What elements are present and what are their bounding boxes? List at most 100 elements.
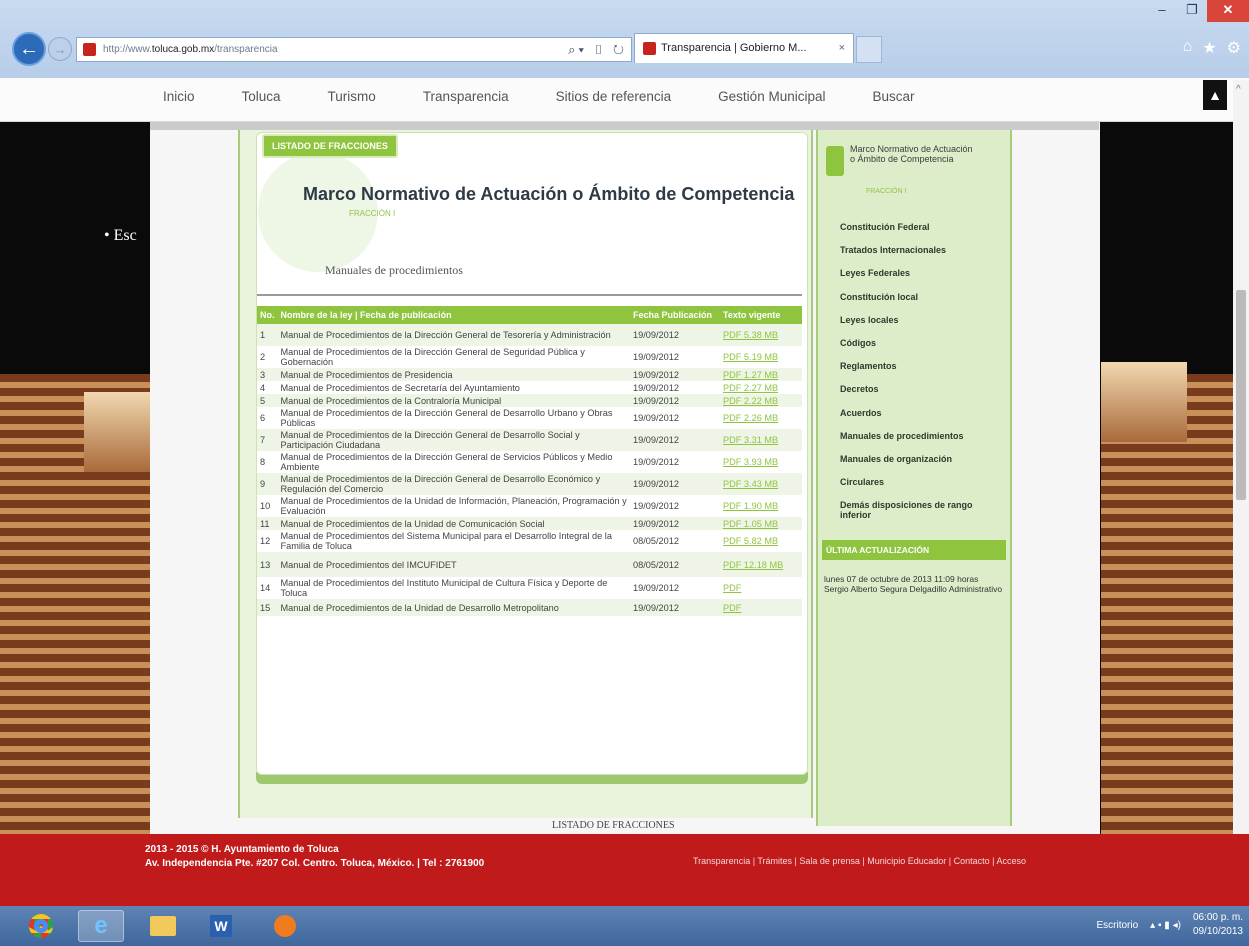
pdf-link[interactable]: PDF 2.22 MB (723, 396, 778, 406)
pdf-link[interactable]: PDF 5.19 MB (723, 352, 778, 362)
pdf-link[interactable]: PDF 3.43 MB (723, 479, 778, 489)
row-number: 14 (257, 577, 278, 599)
sidebar-link[interactable]: Leyes Federales (840, 268, 1000, 291)
pdf-link[interactable]: PDF 3.93 MB (723, 457, 778, 467)
pdf-link[interactable]: PDF 1.27 MB (723, 370, 778, 380)
back-arrow-icon: ← (19, 37, 39, 60)
table-row: 1 Manual de Procedimientos de la Direcció… (257, 324, 802, 346)
sidebar-link[interactable]: Demás disposiciones de rango inferior (840, 500, 1000, 523)
col-date: Fecha Publicación (630, 306, 720, 324)
sidebar-link[interactable]: Acuerdos (840, 408, 1000, 431)
pdf-link[interactable]: PDF 5.38 MB (723, 330, 778, 340)
sidebar-link[interactable]: Circulares (840, 477, 1000, 500)
row-number: 11 (257, 517, 278, 530)
pdf-link[interactable]: PDF 3.31 MB (723, 435, 778, 445)
nav-transparencia[interactable]: Transparencia (423, 78, 509, 116)
new-tab-button[interactable] (856, 36, 882, 63)
nav-buscar[interactable]: Buscar (872, 78, 914, 116)
pdf-link[interactable]: PDF 1.05 MB (723, 519, 778, 529)
tab-close-icon[interactable]: × (839, 34, 845, 62)
row-number: 4 (257, 381, 278, 394)
search-refresh-icons[interactable]: ⌕▾ ▯ ↻ (568, 38, 627, 61)
pdf-link[interactable]: PDF 5.82 MB (723, 536, 778, 546)
sidebar-link[interactable]: Leyes locales (840, 315, 1000, 338)
back-button[interactable]: ← (12, 32, 46, 66)
table-row: 15 Manual de Procedimientos de la Unidad … (257, 599, 802, 616)
pdf-link[interactable]: PDF 12.18 MB (723, 560, 783, 570)
clock-date: 09/10/2013 (1192, 926, 1243, 937)
tray-icons[interactable]: ▴ ▪ ▮ ◂) (1150, 920, 1181, 931)
row-date: 19/09/2012 (630, 517, 720, 530)
row-date: 19/09/2012 (630, 429, 720, 451)
row-pdf-cell: PDF 3.43 MB (720, 473, 802, 495)
pdf-link[interactable]: PDF (723, 583, 741, 593)
row-pdf-cell: PDF 5.82 MB (720, 530, 802, 552)
sidebar-link[interactable]: Constitución local (840, 292, 1000, 315)
close-icon[interactable]: ✕ (1207, 0, 1249, 22)
sidebar-link[interactable]: Constitución Federal (840, 222, 1000, 245)
chevron-up-icon: ▲ (1208, 87, 1222, 103)
media-player-icon[interactable] (262, 910, 308, 942)
sidebar-heading: Marco Normativo de Actuación o Ámbito de… (850, 144, 973, 164)
word-icon[interactable]: W (198, 910, 244, 942)
footer-copyright: 2013 - 2015 © H. Ayuntamiento de Toluca (145, 844, 339, 855)
nav-sitios-referencia[interactable]: Sitios de referencia (556, 78, 672, 116)
table-row: 8 Manual de Procedimientos de la Direcció… (257, 451, 802, 473)
nav-toluca[interactable]: Toluca (242, 78, 281, 116)
desktop-toolbar[interactable]: Escritorio (1096, 920, 1138, 931)
row-manual-name: Manual de Procedimientos de la Unidad de… (277, 599, 630, 616)
row-number: 6 (257, 407, 278, 429)
footer-links[interactable]: Transparencia | Trámites | Sala de prens… (693, 856, 1026, 866)
browser-tools: ⌂ ★ ⚙ (1183, 38, 1241, 58)
pdf-link[interactable]: PDF 2.27 MB (723, 383, 778, 393)
row-pdf-cell: PDF 3.93 MB (720, 451, 802, 473)
row-pdf-cell: PDF 5.38 MB (720, 324, 802, 346)
settings-gear-icon[interactable]: ⚙ (1227, 38, 1241, 58)
scroll-top-button[interactable]: ▲ (1203, 80, 1227, 110)
clock[interactable]: 06:00 p. m. 09/10/2013 (1193, 911, 1243, 939)
pdf-link[interactable]: PDF (723, 603, 741, 613)
scrollbar-thumb[interactable] (1236, 290, 1246, 500)
row-pdf-cell: PDF (720, 599, 802, 616)
row-manual-name: Manual de Procedimientos de la Unidad de… (277, 517, 630, 530)
maximize-icon[interactable]: ❐ (1177, 0, 1207, 22)
favorites-star-icon[interactable]: ★ (1202, 38, 1216, 58)
row-pdf-cell: PDF 12.18 MB (720, 552, 802, 577)
address-bar[interactable]: http://www.toluca.gob.mx/transparencia ⌕… (76, 37, 632, 62)
browser-tab[interactable]: Transparencia | Gobierno M... × (634, 33, 854, 63)
chrome-icon[interactable] (18, 910, 64, 942)
forward-button[interactable]: → (48, 37, 72, 61)
sidebar-link[interactable]: Manuales de organización (840, 454, 1000, 477)
site-navigation: Inicio Toluca Turismo Transparencia Siti… (0, 78, 1249, 122)
ultima-actualizacion-header: ÚLTIMA ACTUALIZACIÓN (822, 540, 1006, 560)
sidebar-link[interactable]: Códigos (840, 338, 1000, 361)
nav-inicio[interactable]: Inicio (163, 78, 195, 116)
table-row: 2 Manual de Procedimientos de la Direcció… (257, 346, 802, 368)
sidebar-fraccion: FRACCIÓN I (866, 188, 907, 195)
sidebar-link[interactable]: Reglamentos (840, 361, 1000, 384)
minimize-icon[interactable]: – (1147, 0, 1177, 22)
url-host: toluca.gob.mx (151, 44, 215, 55)
clock-time: 06:00 p. m. (1192, 912, 1243, 923)
page-scrollbar[interactable]: ^ v (1233, 80, 1249, 910)
file-explorer-icon[interactable] (140, 910, 186, 942)
listado-fracciones-bottom-link[interactable]: LISTADO DE FRACCIONES (552, 820, 675, 831)
sidebar-link[interactable]: Decretos (840, 384, 1000, 407)
row-date: 19/09/2012 (630, 451, 720, 473)
row-pdf-cell: PDF 5.19 MB (720, 346, 802, 368)
sidebar-link[interactable]: Tratados Internacionales (840, 245, 1000, 268)
ultima-actualizacion-text: lunes 07 de octubre de 2013 11:09 horas … (824, 574, 1003, 594)
pdf-link[interactable]: PDF 2.26 MB (723, 413, 778, 423)
sidebar-link[interactable]: Manuales de procedimientos (840, 431, 1000, 454)
nav-gestion-municipal[interactable]: Gestión Municipal (718, 78, 825, 116)
listado-fracciones-tab[interactable]: LISTADO DE FRACCIONES (262, 134, 398, 158)
row-date: 19/09/2012 (630, 407, 720, 429)
divider (257, 294, 802, 296)
nav-turismo[interactable]: Turismo (328, 78, 376, 116)
pdf-link[interactable]: PDF 1.90 MB (723, 501, 778, 511)
row-manual-name: Manual de Procedimientos de la Dirección… (277, 346, 630, 368)
table-row: 6 Manual de Procedimientos de la Direcció… (257, 407, 802, 429)
internet-explorer-icon[interactable]: e (78, 910, 124, 942)
home-icon[interactable]: ⌂ (1183, 38, 1193, 58)
scroll-up-arrow-icon[interactable]: ^ (1236, 84, 1241, 95)
